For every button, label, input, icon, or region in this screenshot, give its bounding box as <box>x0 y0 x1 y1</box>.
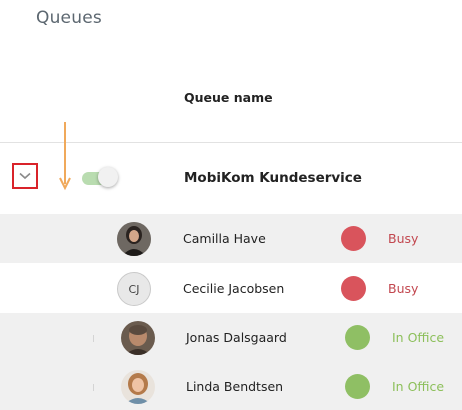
avatar <box>117 222 151 256</box>
member-name: Jonas Dalsgaard <box>186 330 287 345</box>
expand-queue-button[interactable] <box>12 163 38 189</box>
status-indicator <box>345 325 370 350</box>
avatar: CJ <box>117 272 151 306</box>
page-title: Queues <box>36 8 102 28</box>
member-name: Linda Bendtsen <box>186 379 284 394</box>
status-text: In Office <box>392 330 445 345</box>
toggle-knob <box>98 167 118 187</box>
chevron-down-icon <box>19 172 31 180</box>
queue-name-column-header: Queue name <box>184 90 273 105</box>
status-indicator <box>345 374 370 399</box>
member-row: Jonas Dalsgaard In Office <box>0 313 462 362</box>
avatar <box>121 321 155 355</box>
status-indicator <box>341 226 366 251</box>
avatar <box>121 370 155 404</box>
queue-name: MobiKom Kundeservice <box>184 170 362 186</box>
row-divider <box>93 335 94 342</box>
annotation-arrow-icon <box>58 122 72 196</box>
member-row: CJ Cecilie Jacobsen Busy <box>0 264 462 313</box>
row-divider <box>93 384 94 391</box>
status-text: In Office <box>392 379 445 394</box>
queue-enabled-toggle[interactable] <box>82 167 118 189</box>
member-name: Camilla Have <box>183 231 266 246</box>
status-text: Busy <box>388 231 419 246</box>
status-text: Busy <box>388 281 419 296</box>
member-row: Linda Bendtsen In Office <box>0 362 462 410</box>
status-indicator <box>341 276 366 301</box>
member-row: Camilla Have Busy <box>0 214 462 263</box>
member-name: Cecilie Jacobsen <box>183 281 285 296</box>
